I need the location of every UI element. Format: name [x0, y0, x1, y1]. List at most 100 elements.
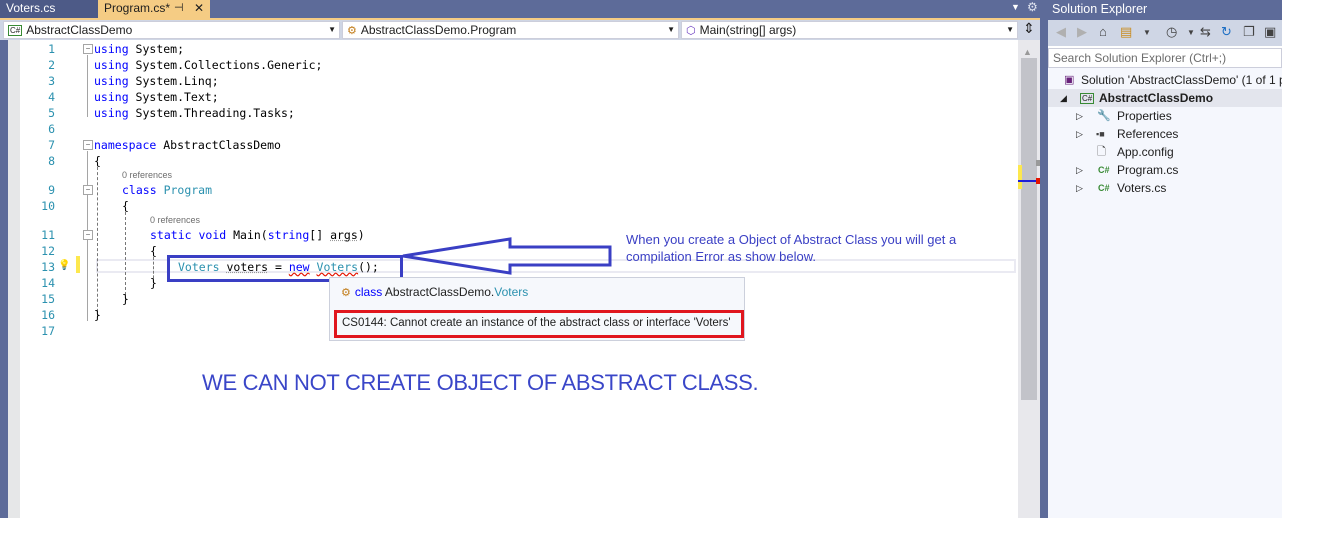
code-line[interactable]: using System.Collections.Generic;: [94, 58, 323, 72]
csharp-project-icon: C#: [1080, 92, 1095, 104]
code-line[interactable]: namespace AbstractClassDemo: [94, 138, 281, 152]
scroll-change-marker: [1018, 165, 1022, 189]
error-message: CS0144: Cannot create an instance of the…: [334, 310, 744, 338]
tree-item-label: Solution 'AbstractClassDemo' (1 of 1 p: [1081, 73, 1282, 87]
signature-namespace: AbstractClassDemo.: [384, 285, 495, 299]
headline-annotation: WE CAN NOT CREATE OBJECT OF ABSTRACT CLA…: [202, 370, 759, 395]
wrench-icon: 🔧: [1097, 110, 1111, 122]
panel-splitter[interactable]: [1040, 0, 1048, 518]
tree-item-project[interactable]: ◢ C# AbstractClassDemo: [1048, 89, 1282, 107]
line-number: 8: [48, 154, 55, 168]
line-number: 12: [41, 244, 55, 258]
member-dropdown[interactable]: ⬡ Main(string[] args) ▼: [681, 21, 1018, 39]
codelens-references[interactable]: 0 references: [122, 170, 172, 180]
collapsed-triangle-icon[interactable]: ▷: [1076, 179, 1083, 197]
code-line[interactable]: using System.Text;: [94, 90, 219, 104]
code-line[interactable]: }: [122, 292, 129, 306]
change-tracking-bar: [76, 256, 80, 273]
navigation-bar: C# AbstractClassDemo ▼ ⚙ AbstractClassDemo…: [0, 18, 1040, 40]
collapse-all-icon[interactable]: ❐: [1243, 24, 1255, 40]
annotation-text: When you create a Object of Abstract Cla…: [626, 232, 957, 264]
tree-item-label: Voters.cs: [1117, 181, 1167, 195]
line-number: 5: [48, 106, 55, 120]
class-icon: ⚙: [347, 25, 357, 37]
codelens-references[interactable]: 0 references: [150, 215, 200, 225]
collapse-icon[interactable]: −: [83, 140, 93, 150]
member-dropdown-value: Main(string[] args): [699, 23, 797, 37]
line-number: 13: [41, 260, 55, 274]
tree-item-solution[interactable]: ▣ Solution 'AbstractClassDemo' (1 of 1 p: [1048, 71, 1282, 89]
tree-item-label: App.config: [1117, 145, 1174, 159]
tree-item-label: Program.cs: [1117, 163, 1179, 177]
scrollbar-thumb[interactable]: [1021, 58, 1037, 400]
chevron-down-icon[interactable]: ▼: [1143, 28, 1151, 37]
tree-item-label: AbstractClassDemo: [1099, 91, 1214, 105]
code-line[interactable]: {: [150, 244, 157, 258]
code-line[interactable]: class Program: [122, 183, 212, 197]
arrow-annotation-icon: [402, 237, 612, 275]
class-dropdown[interactable]: ⚙ AbstractClassDemo.Program ▼: [342, 21, 679, 39]
tree-item-references[interactable]: ▷ ▪■ References: [1048, 125, 1282, 143]
quickinfo-signature: ⚙ class AbstractClassDemo.Voters: [341, 285, 528, 299]
tree-item-program-cs[interactable]: ▷ C# Program.cs: [1048, 161, 1282, 179]
line-number: 15: [41, 292, 55, 306]
back-icon[interactable]: ◀: [1056, 24, 1066, 40]
tree-item-voters-cs[interactable]: ▷ C# Voters.cs: [1048, 179, 1282, 197]
collapsed-triangle-icon[interactable]: ▷: [1076, 107, 1083, 125]
csharp-file-icon: C#: [1098, 165, 1110, 175]
forward-icon[interactable]: ▶: [1077, 24, 1087, 40]
show-all-files-icon[interactable]: ▣: [1264, 24, 1276, 40]
gear-icon[interactable]: ⚙: [1027, 0, 1038, 14]
tab-program-cs[interactable]: Program.cs* ⊣ ✕: [98, 0, 210, 18]
method-icon: ⬡: [686, 25, 696, 37]
solution-icon: ▣: [1064, 74, 1075, 86]
code-line[interactable]: }: [150, 276, 157, 290]
sync-icon[interactable]: ⇆: [1200, 24, 1211, 40]
collapse-icon[interactable]: −: [83, 230, 93, 240]
switch-views-icon[interactable]: ▤: [1120, 24, 1132, 40]
home-icon[interactable]: ⌂: [1099, 24, 1107, 39]
class-dropdown-value: AbstractClassDemo.Program: [360, 23, 517, 37]
line-number: 4: [48, 90, 55, 104]
collapsed-triangle-icon[interactable]: ▷: [1076, 161, 1083, 179]
close-icon[interactable]: ✕: [194, 0, 204, 17]
tree-item-label: References: [1117, 127, 1179, 141]
code-line[interactable]: {: [94, 154, 101, 168]
tab-overflow-chevron-icon[interactable]: ▼: [1011, 2, 1020, 12]
solution-explorer-search-input[interactable]: Search Solution Explorer (Ctrl+;): [1048, 48, 1282, 68]
collapse-icon[interactable]: −: [83, 44, 93, 54]
collapsed-triangle-icon[interactable]: ▷: [1076, 125, 1083, 143]
code-line[interactable]: }: [94, 308, 101, 322]
class-icon: ⚙: [341, 287, 351, 299]
tab-bar: Voters.cs Program.cs* ⊣ ✕: [0, 0, 1040, 18]
glyph-margin: [8, 40, 20, 518]
line-number: 10: [41, 199, 55, 213]
outline-guide: [87, 55, 88, 117]
expanded-triangle-icon[interactable]: ◢: [1060, 89, 1067, 107]
code-line[interactable]: using System.Linq;: [94, 74, 219, 88]
tree-item-properties[interactable]: ▷ 🔧 Properties: [1048, 107, 1282, 125]
line-number: 11: [41, 228, 55, 242]
refresh-icon[interactable]: ↻: [1221, 24, 1232, 40]
tab-label: Program.cs*: [104, 1, 171, 15]
project-dropdown[interactable]: C# AbstractClassDemo ▼: [3, 21, 340, 39]
code-line[interactable]: using System;: [94, 42, 184, 56]
line-number: 17: [41, 324, 55, 338]
code-line[interactable]: using System.Threading.Tasks;: [94, 106, 295, 120]
split-editor-icon[interactable]: ⇕: [1019, 19, 1039, 39]
tree-item-app-config[interactable]: 🗋 App.config: [1048, 143, 1282, 161]
tree-item-label: Properties: [1117, 109, 1172, 123]
line-number: 7: [48, 138, 55, 152]
chevron-down-icon: ▼: [667, 25, 675, 34]
indent-guide: [125, 212, 126, 300]
collapse-icon[interactable]: −: [83, 185, 93, 195]
lightbulb-icon[interactable]: 💡: [58, 260, 70, 271]
code-line[interactable]: static void Main(string[] args): [150, 228, 365, 242]
code-line[interactable]: {: [122, 199, 129, 213]
chevron-down-icon[interactable]: ▼: [1187, 28, 1195, 37]
pin-icon[interactable]: ⊣: [174, 0, 184, 17]
pending-changes-icon[interactable]: ◷: [1166, 24, 1177, 40]
scroll-up-icon[interactable]: ▲: [1023, 47, 1032, 57]
tab-voters-cs[interactable]: Voters.cs: [0, 0, 98, 18]
csharp-project-icon: C#: [8, 25, 23, 37]
